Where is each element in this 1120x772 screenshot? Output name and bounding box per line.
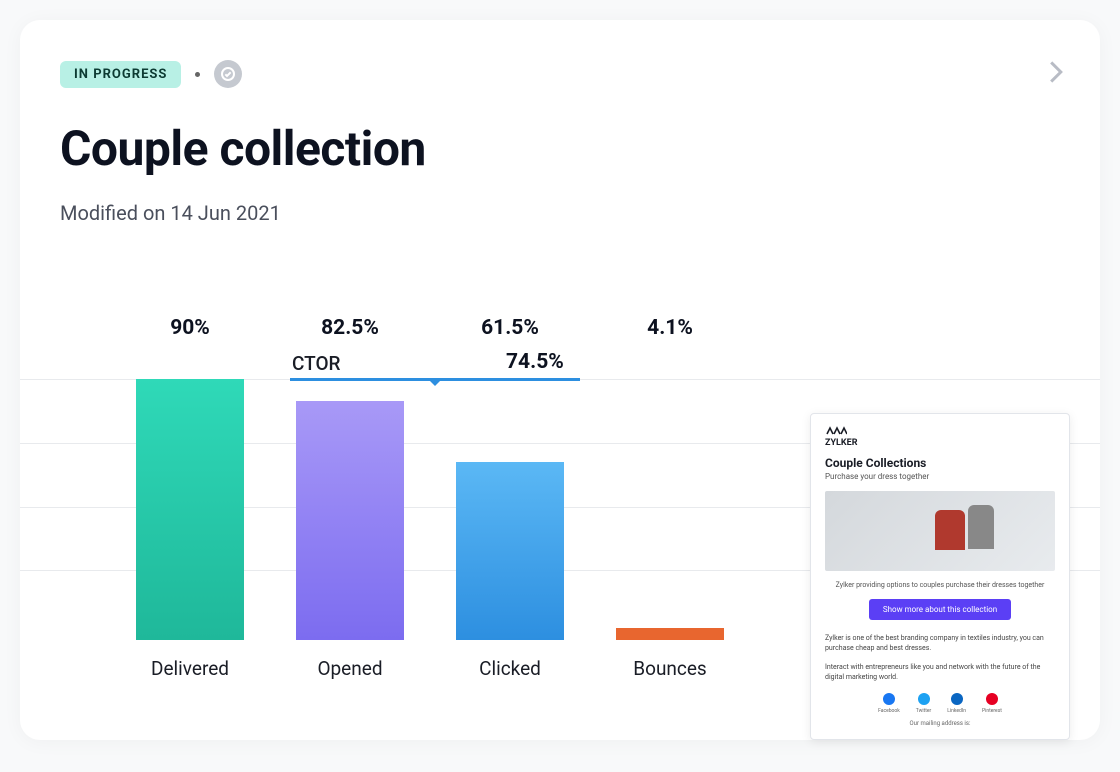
bar-group-container: 90% 82.5% 61.5% 4.1% xyxy=(130,350,730,640)
modified-date: Modified on 14 Jun 2021 xyxy=(60,201,1060,225)
social-pinterest[interactable]: Pinterest xyxy=(982,693,1002,714)
bar-delivered xyxy=(136,379,244,640)
axis-label-opened: Opened xyxy=(290,657,410,680)
preview-paragraph-2: Interact with entrepreneurs like you and… xyxy=(825,663,1055,683)
preview-tagline: Zylker providing options to couples purc… xyxy=(825,581,1055,589)
twitter-icon xyxy=(918,693,930,705)
open-details-button[interactable] xyxy=(1048,60,1064,88)
preview-footer: Our mailing address is: xyxy=(825,720,1055,727)
axis-label-delivered: Delivered xyxy=(130,657,250,680)
bar-value-delivered: 90% xyxy=(170,316,210,340)
campaign-card: IN PROGRESS Couple collection Modified o… xyxy=(20,20,1100,740)
preview-title: Couple Collections xyxy=(825,456,1055,470)
linkedin-icon xyxy=(951,693,963,705)
preview-paragraph-1: Zylker is one of the best branding compa… xyxy=(825,634,1055,654)
social-twitter[interactable]: Twitter xyxy=(916,693,931,714)
campaign-title: Couple collection xyxy=(60,120,1060,177)
axis-label-bounces: Bounces xyxy=(610,657,730,680)
preview-brand-logo: ZYLKER xyxy=(825,426,1055,448)
axis-label-clicked: Clicked xyxy=(450,657,570,680)
preview-subtitle: Purchase your dress together xyxy=(825,472,1055,481)
pinterest-icon xyxy=(986,693,998,705)
bar-bounces xyxy=(616,628,724,640)
preview-social-row: Facebook Twitter LinkedIn Pinterest xyxy=(825,693,1055,714)
bar-value-bounces: 4.1% xyxy=(647,316,693,340)
check-circle-icon xyxy=(214,60,242,88)
social-linkedin[interactable]: LinkedIn xyxy=(947,693,966,714)
status-badge: IN PROGRESS xyxy=(60,61,181,88)
bar-opened xyxy=(296,401,404,640)
preview-hero-image xyxy=(825,491,1055,571)
header-row: IN PROGRESS xyxy=(60,60,1060,88)
separator-dot xyxy=(195,72,200,77)
bar-value-clicked: 61.5% xyxy=(481,316,539,340)
facebook-icon xyxy=(883,693,895,705)
email-preview-card[interactable]: ZYLKER Couple Collections Purchase your … xyxy=(810,413,1070,740)
bar-value-opened: 82.5% xyxy=(321,316,379,340)
axis-labels: Delivered Opened Clicked Bounces xyxy=(130,657,730,680)
bar-clicked xyxy=(456,462,564,640)
preview-cta-button[interactable]: Show more about this collection xyxy=(869,599,1011,620)
social-facebook[interactable]: Facebook xyxy=(878,693,900,714)
